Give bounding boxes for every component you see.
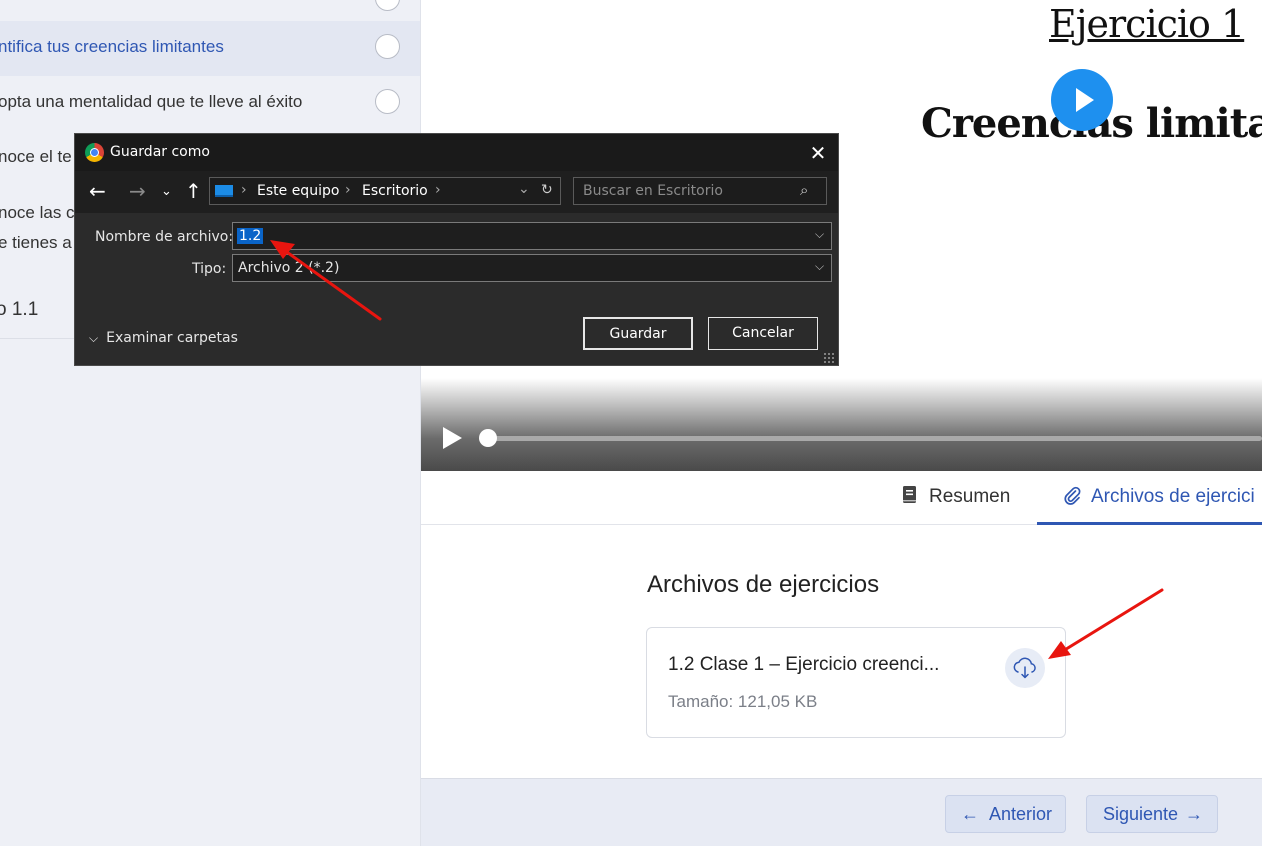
next-button[interactable]: Siguiente → [1086, 795, 1218, 833]
cloud-download-icon [1013, 657, 1036, 679]
filename-label: Nombre de archivo: [95, 229, 234, 245]
previous-button[interactable]: ← Anterior [945, 795, 1066, 833]
refresh-icon[interactable]: ↻ [541, 182, 553, 198]
arrow-right-icon: → [1185, 804, 1203, 824]
lesson-label: noce el te [0, 147, 72, 166]
search-icon: ⌕ [800, 181, 809, 199]
forward-arrow-icon[interactable]: → [129, 179, 146, 203]
type-label: Tipo: [192, 261, 227, 277]
lesson-item-active[interactable]: ntifica tus creencias limitantes [0, 21, 420, 76]
tab-archivos[interactable]: Archivos de ejercici [1063, 485, 1255, 508]
active-tab-indicator [1037, 522, 1262, 525]
lesson-status-circle[interactable] [375, 0, 400, 11]
section-label: o 1.1 [0, 299, 39, 320]
lesson-label: opta una mentalidad que te lleve al éxit… [0, 92, 303, 111]
browse-folders-toggle[interactable]: ⌵ Examinar carpetas [89, 330, 238, 346]
next-label: Siguiente [1103, 804, 1179, 824]
search-input[interactable]: Buscar en Escritorio ⌕ [573, 177, 827, 205]
chevron-right-icon: › [241, 182, 247, 198]
file-size: Tamaño: 121,05 KB [668, 692, 818, 711]
save-as-dialog: Guardar como ✕ ← → ⌄ ↑ › Este equipo › E… [74, 133, 839, 366]
chrome-logo-icon [85, 143, 104, 162]
back-arrow-icon[interactable]: ← [89, 179, 106, 203]
chevron-down-icon: ⌵ [89, 331, 99, 345]
recent-locations-icon[interactable]: ⌄ [161, 184, 172, 199]
breadcrumb-escritorio[interactable]: Escritorio [362, 183, 428, 199]
big-play-icon[interactable] [1051, 69, 1113, 131]
paperclip-icon [1064, 486, 1081, 505]
search-placeholder: Buscar en Escritorio [583, 183, 723, 199]
lesson-item[interactable]: opta una mentalidad que te lleve al éxit… [0, 76, 420, 131]
breadcrumb-este-equipo[interactable]: Este equipo [257, 183, 339, 199]
resize-grip-icon[interactable] [823, 352, 835, 364]
file-name: 1.2 Clase 1 – Ejercicio creenci... [668, 654, 940, 675]
dialog-navigation-bar: ← → ⌄ ↑ › Este equipo › Escritorio › ⌄ ↻… [75, 171, 838, 213]
dialog-titlebar[interactable]: Guardar como ✕ [75, 134, 838, 171]
cancel-button[interactable]: Cancelar [708, 317, 818, 350]
lesson-navigation: ← Anterior Siguiente → [421, 778, 1262, 846]
browse-folders-label: Examinar carpetas [106, 330, 238, 346]
arrow-left-icon: ← [961, 804, 979, 824]
tab-resumen[interactable]: Resumen [901, 485, 1010, 508]
book-icon [903, 486, 916, 503]
lesson-label: noce las c [0, 203, 75, 222]
tab-label: Archivos de ejercici [1091, 486, 1255, 507]
progress-track[interactable] [481, 436, 1262, 441]
lesson-label-line2: e tienes a [0, 233, 72, 252]
save-button[interactable]: Guardar [583, 317, 693, 350]
previous-label: Anterior [989, 804, 1053, 824]
lesson-status-circle[interactable] [375, 34, 400, 59]
computer-icon [215, 185, 233, 197]
dialog-title: Guardar como [110, 144, 210, 160]
filename-value[interactable]: 1.2 [237, 228, 264, 244]
address-bar[interactable]: › Este equipo › Escritorio › ⌄ ↻ [209, 177, 561, 205]
chevron-down-icon[interactable]: ⌵ [815, 259, 824, 274]
chevron-down-icon[interactable]: ⌵ [815, 227, 824, 242]
lesson-label: ntifica tus creencias limitantes [0, 37, 224, 56]
filename-field[interactable]: 1.2 ⌵ [232, 222, 832, 250]
progress-handle[interactable] [479, 429, 497, 447]
play-icon[interactable] [443, 427, 462, 449]
chevron-right-icon: › [345, 182, 351, 198]
chevron-down-icon[interactable]: ⌄ [518, 181, 530, 197]
chevron-right-icon: › [435, 182, 441, 198]
lesson-tabs: Resumen Archivos de ejercici [421, 471, 1262, 525]
video-slide-title: Ejercicio 1 [1049, 2, 1245, 46]
file-type-value: Archivo 2 (*.2) [238, 260, 340, 276]
lesson-status-circle[interactable] [375, 89, 400, 114]
tab-label: Resumen [929, 486, 1011, 507]
file-type-select[interactable]: Archivo 2 (*.2) ⌵ [232, 254, 832, 282]
files-heading: Archivos de ejercicios [647, 571, 880, 598]
close-icon[interactable]: ✕ [805, 141, 831, 165]
up-arrow-icon[interactable]: ↑ [185, 179, 202, 203]
download-button[interactable] [1005, 648, 1045, 688]
player-controls [421, 378, 1262, 471]
file-card[interactable]: 1.2 Clase 1 – Ejercicio creenci... Tamañ… [646, 627, 1066, 738]
course-sidebar: ntifica tus creencias limitantes opta un… [0, 0, 421, 846]
